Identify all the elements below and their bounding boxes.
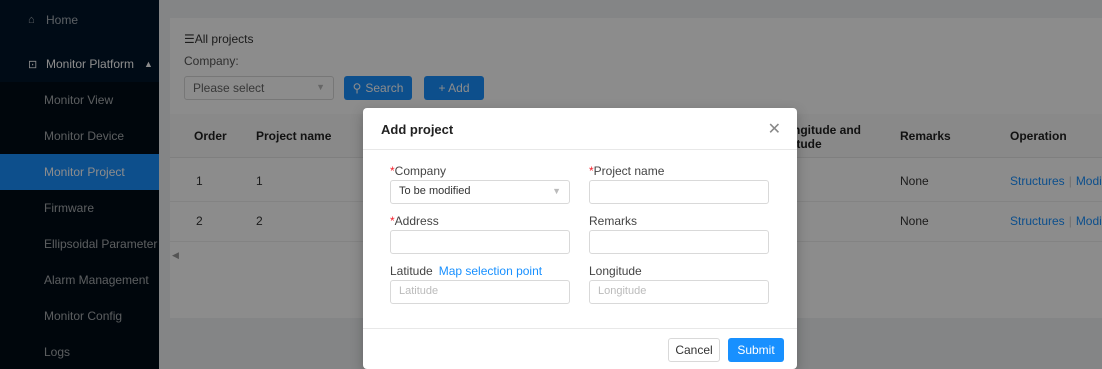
dialog-footer: Cancel Submit: [363, 328, 797, 369]
add-project-dialog: Add project ✕ *Company To be modified ▼ …: [363, 108, 797, 369]
dialog-title: Add project: [381, 122, 454, 137]
cancel-button[interactable]: Cancel: [668, 338, 720, 362]
project-name-input[interactable]: [589, 180, 769, 204]
company-select[interactable]: To be modified ▼: [390, 180, 570, 204]
map-selection-link[interactable]: Map selection point: [439, 264, 542, 278]
longitude-label: Longitude: [589, 264, 642, 278]
remarks-input[interactable]: [589, 230, 769, 254]
company-label: *Company: [390, 164, 447, 178]
dialog-header: Add project ✕: [363, 108, 797, 150]
address-input[interactable]: [390, 230, 570, 254]
chevron-down-icon: ▼: [552, 186, 561, 196]
close-icon[interactable]: ✕: [768, 119, 781, 139]
latitude-input[interactable]: Latitude: [390, 280, 570, 304]
project-name-label: *Project name: [589, 164, 665, 178]
submit-button[interactable]: Submit: [728, 338, 784, 362]
longitude-input[interactable]: Longitude: [589, 280, 769, 304]
remarks-label: Remarks: [589, 214, 638, 228]
address-label: *Address: [390, 214, 439, 228]
latitude-label: Latitude Map selection point: [390, 264, 543, 278]
